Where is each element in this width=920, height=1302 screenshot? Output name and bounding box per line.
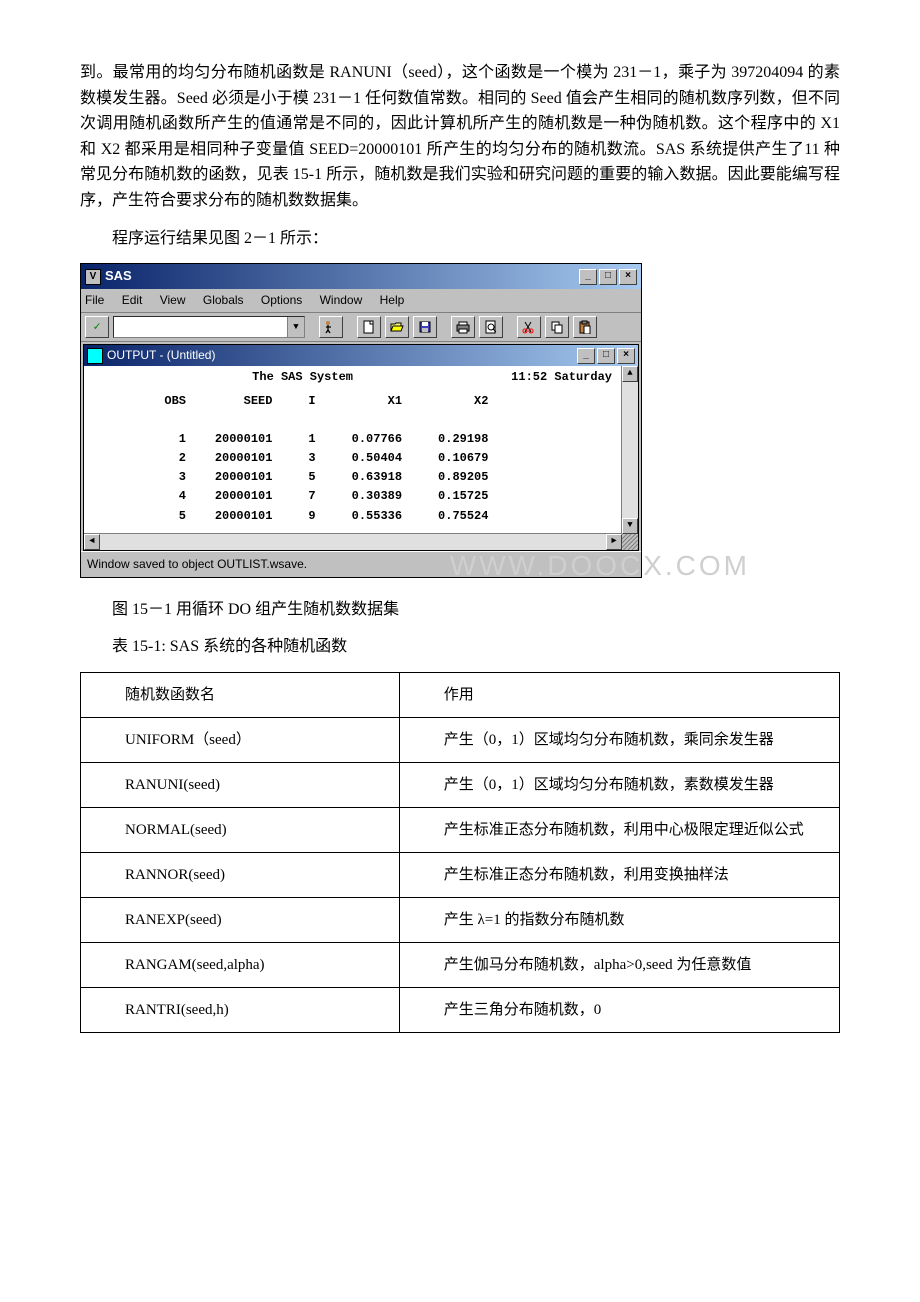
vertical-scrollbar[interactable]: ▲ ▼ bbox=[621, 366, 638, 534]
menu-help[interactable]: Help bbox=[380, 293, 405, 307]
function-name-cell: RANUNI(seed) bbox=[81, 763, 400, 808]
save-icon[interactable] bbox=[413, 316, 437, 338]
menu-edit[interactable]: Edit bbox=[122, 293, 143, 307]
body-paragraph-1: 到。最常用的均匀分布随机函数是 RANUNI（seed），这个函数是一个模为 2… bbox=[80, 60, 840, 214]
menu-options[interactable]: Options bbox=[261, 293, 302, 307]
sas-system-heading: The SAS System bbox=[94, 368, 511, 387]
random-function-table: 随机数函数名作用UNIFORM（seed）产生（0，1）区域均匀分布随机数，乘同… bbox=[80, 672, 840, 1033]
function-name-cell: UNIFORM（seed） bbox=[81, 718, 400, 763]
run-icon[interactable] bbox=[319, 316, 343, 338]
command-combo[interactable]: ▼ bbox=[113, 316, 305, 338]
titlebar: V SAS _ □ × bbox=[81, 264, 641, 289]
statusbar: Window saved to object OUTLIST.wsave. bbox=[81, 551, 641, 577]
menu-view[interactable]: View bbox=[160, 293, 186, 307]
check-icon[interactable]: ✓ bbox=[85, 316, 109, 338]
toolbar: ✓ ▼ bbox=[81, 312, 641, 342]
close-button[interactable]: × bbox=[619, 269, 637, 285]
output-titlebar: OUTPUT - (Untitled) _ □ × bbox=[84, 345, 638, 366]
table-row: RANEXP(seed)产生 λ=1 的指数分布随机数 bbox=[81, 898, 840, 943]
output-time-label: 11:52 Saturday bbox=[511, 368, 612, 387]
scroll-up-icon[interactable]: ▲ bbox=[622, 366, 638, 382]
scroll-left-icon[interactable]: ◄ bbox=[84, 534, 100, 550]
function-desc-cell: 产生（0，1）区域均匀分布随机数，乘同余发生器 bbox=[399, 718, 839, 763]
function-desc-cell: 产生（0，1）区域均匀分布随机数，素数模发生器 bbox=[399, 763, 839, 808]
print-icon[interactable] bbox=[451, 316, 475, 338]
horizontal-scrollbar[interactable]: ◄ ► bbox=[84, 533, 622, 550]
app-title: SAS bbox=[105, 266, 132, 287]
table-caption: 表 15-1: SAS 系统的各种随机函数 bbox=[80, 634, 840, 660]
scroll-down-icon[interactable]: ▼ bbox=[622, 518, 638, 534]
open-icon[interactable] bbox=[385, 316, 409, 338]
output-close-button[interactable]: × bbox=[617, 348, 635, 364]
maximize-button[interactable]: □ bbox=[599, 269, 617, 285]
paste-icon[interactable] bbox=[573, 316, 597, 338]
output-maximize-button[interactable]: □ bbox=[597, 348, 615, 364]
output-window: OUTPUT - (Untitled) _ □ × The SAS System… bbox=[83, 344, 639, 551]
new-icon[interactable] bbox=[357, 316, 381, 338]
function-desc-cell: 产生三角分布随机数，0 bbox=[399, 988, 839, 1033]
table-row: UNIFORM（seed）产生（0，1）区域均匀分布随机数，乘同余发生器 bbox=[81, 718, 840, 763]
output-body: The SAS System 11:52 Saturday OBS SEED I… bbox=[84, 366, 638, 550]
body-paragraph-2: 程序运行结果见图 2－1 所示： bbox=[80, 226, 840, 252]
cut-icon[interactable] bbox=[517, 316, 541, 338]
table-header-cell: 作用 bbox=[399, 673, 839, 718]
table-row: RANGAM(seed,alpha)产生伽马分布随机数，alpha>0,seed… bbox=[81, 943, 840, 988]
function-desc-cell: 产生伽马分布随机数，alpha>0,seed 为任意数值 bbox=[399, 943, 839, 988]
document-page: 到。最常用的均匀分布随机函数是 RANUNI（seed），这个函数是一个模为 2… bbox=[0, 0, 920, 1073]
function-name-cell: RANEXP(seed) bbox=[81, 898, 400, 943]
output-icon bbox=[87, 348, 103, 364]
function-desc-cell: 产生标准正态分布随机数，利用中心极限定理近似公式 bbox=[399, 808, 839, 853]
table-row: RANTRI(seed,h)产生三角分布随机数，0 bbox=[81, 988, 840, 1033]
resize-grip-icon[interactable] bbox=[622, 534, 638, 550]
minimize-button[interactable]: _ bbox=[579, 269, 597, 285]
sas-app-icon: V bbox=[85, 269, 101, 285]
menu-globals[interactable]: Globals bbox=[203, 293, 244, 307]
function-name-cell: RANNOR(seed) bbox=[81, 853, 400, 898]
copy-icon[interactable] bbox=[545, 316, 569, 338]
menu-window[interactable]: Window bbox=[320, 293, 363, 307]
chevron-down-icon[interactable]: ▼ bbox=[287, 317, 304, 337]
output-minimize-button[interactable]: _ bbox=[577, 348, 595, 364]
figure-caption: 图 15－1 用循环 DO 组产生随机数数据集 bbox=[80, 597, 840, 623]
menu-file[interactable]: File bbox=[85, 293, 104, 307]
menubar: File Edit View Globals Options Window He… bbox=[81, 289, 641, 312]
preview-icon[interactable] bbox=[479, 316, 503, 338]
function-name-cell: RANTRI(seed,h) bbox=[81, 988, 400, 1033]
table-row: RANUNI(seed)产生（0，1）区域均匀分布随机数，素数模发生器 bbox=[81, 763, 840, 808]
function-desc-cell: 产生 λ=1 的指数分布随机数 bbox=[399, 898, 839, 943]
function-name-cell: NORMAL(seed) bbox=[81, 808, 400, 853]
table-header-cell: 随机数函数名 bbox=[81, 673, 400, 718]
table-row: NORMAL(seed)产生标准正态分布随机数，利用中心极限定理近似公式 bbox=[81, 808, 840, 853]
output-title-text: OUTPUT - (Untitled) bbox=[107, 346, 215, 365]
scroll-right-icon[interactable]: ► bbox=[606, 534, 622, 550]
function-desc-cell: 产生标准正态分布随机数，利用变换抽样法 bbox=[399, 853, 839, 898]
output-data-table: OBS SEED I X1 X2 1 20000101 1 0.07766 0.… bbox=[84, 388, 622, 534]
function-name-cell: RANGAM(seed,alpha) bbox=[81, 943, 400, 988]
sas-app-window: V SAS _ □ × File Edit View Globals Optio… bbox=[80, 263, 642, 578]
table-row: RANNOR(seed)产生标准正态分布随机数，利用变换抽样法 bbox=[81, 853, 840, 898]
